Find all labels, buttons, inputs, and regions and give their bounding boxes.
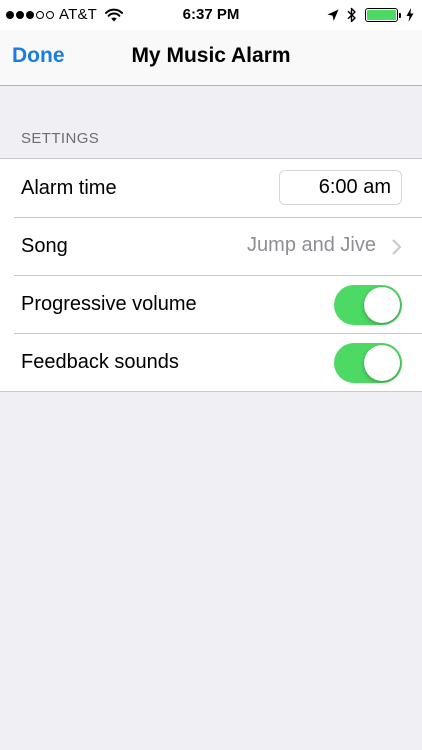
charging-bolt-icon <box>406 8 414 22</box>
feedback-sounds-row: Feedback sounds <box>0 333 422 391</box>
alarm-time-field[interactable]: 6:00 am <box>279 170 402 205</box>
status-right <box>327 7 414 23</box>
toggle-knob <box>364 345 400 381</box>
settings-table: Alarm time 6:00 am Song Jump and Jive Pr… <box>0 158 422 392</box>
done-button[interactable]: Done <box>12 44 65 68</box>
alarm-time-row: Alarm time 6:00 am <box>0 159 422 217</box>
toggle-knob <box>364 287 400 323</box>
settings-section-header: SETTINGS <box>21 130 100 147</box>
status-bar: AT&T 6:37 PM <box>0 0 422 30</box>
battery-tip <box>399 13 401 18</box>
battery-fill <box>367 10 396 20</box>
bluetooth-icon <box>347 7 356 23</box>
song-row[interactable]: Song Jump and Jive <box>0 217 422 275</box>
progressive-volume-row: Progressive volume <box>0 275 422 333</box>
location-arrow-icon <box>327 9 339 21</box>
feedback-sounds-toggle[interactable] <box>334 343 402 383</box>
chevron-right-icon <box>392 239 401 255</box>
song-value: Jump and Jive <box>247 234 376 256</box>
progressive-volume-toggle[interactable] <box>334 285 402 325</box>
navigation-bar: Done My Music Alarm <box>0 30 422 86</box>
screen: AT&T 6:37 PM Done My Music Alarm SETTING… <box>0 0 422 750</box>
battery-icon <box>365 8 401 22</box>
